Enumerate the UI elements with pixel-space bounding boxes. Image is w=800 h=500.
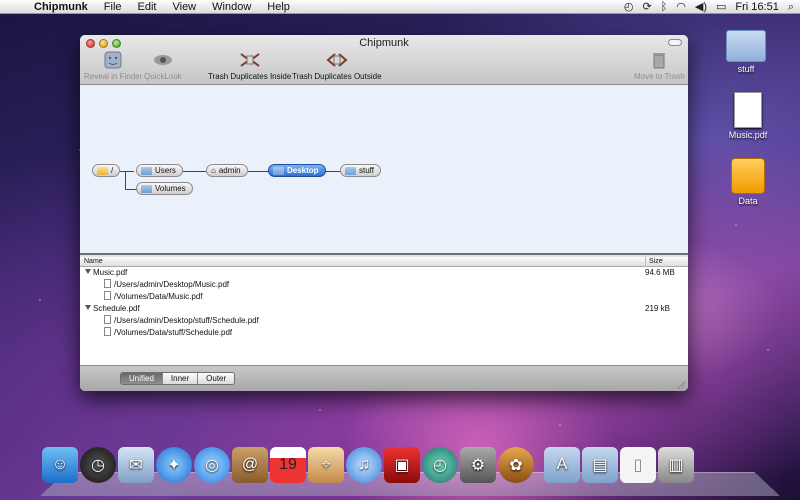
clock[interactable]: Fri 16:51 [735, 0, 778, 14]
folder-icon [273, 166, 284, 175]
view-mode-segmented-control: Unified Inner Outer [120, 372, 236, 385]
segment-outer[interactable]: Outer [198, 373, 235, 384]
folder-icon [726, 30, 766, 62]
menu-view[interactable]: View [164, 0, 204, 14]
trash-duplicates-outside-label: Trash Duplicates Outside [292, 72, 382, 81]
menu-help[interactable]: Help [259, 0, 298, 14]
trash-duplicates-inside-button[interactable]: Trash Duplicates Inside [208, 50, 291, 81]
home-icon: ⌂ [211, 166, 216, 175]
dock-trash-icon[interactable]: ▥ [658, 447, 694, 483]
dock-chipmunk-icon[interactable]: ✿ [498, 447, 534, 483]
folder-icon [141, 166, 152, 175]
wifi-icon[interactable]: ◠ [676, 0, 686, 14]
folder-icon [345, 166, 356, 175]
trash-duplicates-inside-label: Trash Duplicates Inside [208, 72, 292, 81]
dock-file-icon[interactable]: ▯ [620, 447, 656, 483]
dock-safari-icon[interactable]: ✦ [156, 447, 192, 483]
path-node-volumes[interactable]: Volumes [136, 182, 193, 195]
path-node-users[interactable]: Users [136, 164, 183, 177]
chipmunk-window: Chipmunk Reveal in Finder QuickLook Tras… [80, 35, 688, 391]
desktop-icon-stuff[interactable]: stuff [716, 30, 776, 74]
desktop-icon-data[interactable]: Data [718, 158, 778, 206]
reveal-in-finder-button[interactable]: Reveal in Finder [84, 50, 142, 81]
duplicates-list: Music.pdf 94.6 MB /Users/admin/Desktop/M… [80, 267, 688, 365]
dock-system-preferences-icon[interactable]: ⚙ [460, 447, 496, 483]
window-toolbar: Chipmunk Reveal in Finder QuickLook Tras… [80, 35, 688, 85]
menu-window[interactable]: Window [204, 0, 259, 14]
dock-itunes-icon[interactable]: ♫ [346, 447, 382, 483]
desktop-icon-label: stuff [737, 64, 755, 74]
bottom-bar: Unified Inner Outer [80, 365, 688, 391]
bluetooth-icon[interactable]: ᛒ [661, 0, 668, 14]
finder-icon [104, 51, 122, 69]
pdf-document-icon [734, 92, 762, 128]
trash-can-icon [653, 53, 666, 69]
file-row[interactable]: /Volumes/Data/Music.pdf [80, 291, 688, 303]
path-node-stuff[interactable]: stuff [340, 164, 381, 177]
path-node-admin[interactable]: ⌂ admin [206, 164, 248, 177]
dock-address-book-icon[interactable]: @ [232, 447, 268, 483]
dock-dashboard-icon[interactable]: ◷ [80, 447, 116, 483]
eye-icon [153, 55, 172, 65]
disclosure-triangle-icon[interactable] [85, 305, 91, 310]
resize-grip-icon[interactable] [677, 381, 685, 389]
pdf-file-icon [104, 315, 111, 324]
time-machine-icon[interactable]: ◴ [624, 0, 634, 14]
menu-file[interactable]: File [96, 0, 130, 14]
list-header: Name Size [80, 257, 688, 267]
menu-bar: Chipmunk File Edit View Window Help ◴ ⟳ … [0, 0, 800, 14]
dock-ical-icon[interactable]: 19 [270, 447, 306, 483]
dock-finder-icon[interactable]: ☺ [42, 447, 78, 483]
file-row[interactable]: /Volumes/Data/stuff/Schedule.pdf [80, 327, 688, 339]
arrows-inward-icon [240, 53, 260, 67]
path-tree-view: / Users Volumes ⌂ admin Desktop stuff [80, 85, 688, 255]
desktop-icon-label: Data [738, 196, 758, 206]
dock-time-machine-icon[interactable]: ◴ [422, 447, 458, 483]
group-row[interactable]: Music.pdf 94.6 MB [80, 267, 688, 279]
folder-icon [97, 166, 108, 175]
toolbar-toggle-button[interactable] [668, 39, 682, 46]
dock: ☺ ◷ ✉ ✦ ◎ @ 19 ⌖ ♫ ▣ ◴ ⚙ ✿ A ▤ ▯ ▥ [42, 447, 694, 487]
external-drive-icon [731, 158, 765, 194]
dock-applications-folder-icon[interactable]: A [544, 447, 580, 483]
path-connector [125, 171, 126, 189]
quicklook-button[interactable]: QuickLook [144, 50, 182, 81]
reveal-in-finder-label: Reveal in Finder [84, 72, 143, 81]
dock-ichat-icon[interactable]: ◎ [194, 447, 230, 483]
move-to-trash-button[interactable]: Move to Trash [634, 50, 685, 81]
column-header-name[interactable]: Name [84, 257, 103, 266]
file-row[interactable]: /Users/admin/Desktop/Music.pdf [80, 279, 688, 291]
move-to-trash-label: Move to Trash [634, 72, 685, 81]
disclosure-triangle-icon[interactable] [85, 269, 91, 274]
quicklook-label: QuickLook [144, 72, 182, 81]
dock-preview-icon[interactable]: ⌖ [308, 447, 344, 483]
battery-icon[interactable]: ▭ [716, 0, 726, 14]
arrows-outward-icon [326, 53, 348, 67]
spotlight-icon[interactable]: ⌕ [788, 0, 794, 14]
pdf-file-icon [104, 291, 111, 300]
dock-photo-booth-icon[interactable]: ▣ [384, 447, 420, 483]
segment-unified[interactable]: Unified [121, 373, 163, 384]
desktop-icon-label: Music.pdf [728, 130, 768, 140]
path-node-root[interactable]: / [92, 164, 121, 177]
pdf-file-icon [104, 327, 111, 336]
dock-mail-icon[interactable]: ✉ [118, 447, 154, 483]
segment-inner[interactable]: Inner [162, 373, 199, 384]
volume-icon[interactable]: ◀) [695, 0, 707, 14]
desktop-icon-music-pdf[interactable]: Music.pdf [718, 92, 778, 140]
file-row[interactable]: /Users/admin/Desktop/stuff/Schedule.pdf [80, 315, 688, 327]
trash-duplicates-outside-button[interactable]: Trash Duplicates Outside [292, 50, 382, 81]
folder-icon [141, 184, 152, 193]
menu-edit[interactable]: Edit [130, 0, 165, 14]
dock-documents-folder-icon[interactable]: ▤ [582, 447, 618, 483]
sync-icon[interactable]: ⟳ [642, 0, 651, 14]
column-header-size[interactable]: Size [645, 257, 663, 267]
menu-app-name[interactable]: Chipmunk [26, 0, 96, 14]
path-connector [248, 171, 270, 172]
path-node-desktop[interactable]: Desktop [268, 164, 326, 177]
group-row[interactable]: Schedule.pdf 219 kB [80, 303, 688, 315]
pdf-file-icon [104, 279, 111, 288]
window-title: Chipmunk [359, 37, 409, 49]
